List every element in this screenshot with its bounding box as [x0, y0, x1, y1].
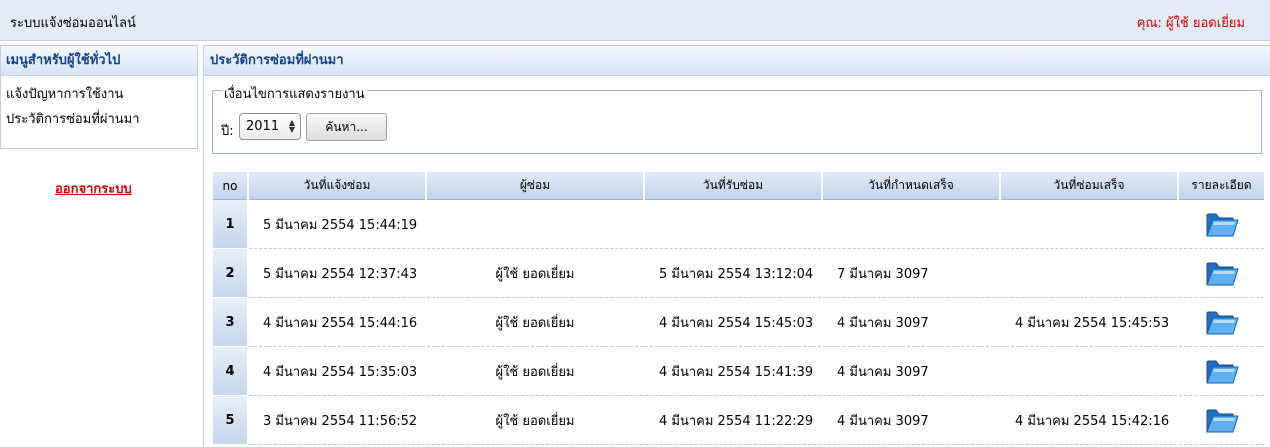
technician-cell: ผู้ใช้ ยอดเยี่ยม	[427, 396, 643, 445]
reported-date-cell: 3 มีนาคม 2554 11:56:52	[249, 396, 425, 445]
filter-legend: เงื่อนไขการแสดงรายงาน	[222, 83, 367, 104]
page-title: ประวัติการซ่อมที่ผ่านมา	[204, 46, 1270, 76]
due-date-cell: 4 มีนาคม 3097	[823, 298, 999, 347]
logout-link[interactable]: ออกจากระบบ	[55, 178, 132, 199]
sidebar-item-repair-history[interactable]: ประวัติการซ่อมที่ผ่านมา	[6, 113, 197, 139]
completed-date-cell	[1001, 249, 1177, 298]
sidebar-menu: แจ้งปัญหาการใช้งาน ประวัติการซ่อมที่ผ่าน…	[1, 76, 197, 139]
table-header-row: no วันที่แจ้งซ่อม ผู้ซ่อม วันที่รับซ่อม …	[213, 172, 1264, 200]
completed-date-cell	[1001, 347, 1177, 396]
received-date-cell: 4 มีนาคม 2554 15:45:03	[645, 298, 821, 347]
filter-fieldset: เงื่อนไขการแสดงรายงาน ปี: 2011 ▲ ▼ ค้นหา.…	[212, 83, 1262, 154]
detail-cell	[1179, 200, 1264, 249]
row-number: 1	[213, 200, 247, 249]
year-select[interactable]: 2011 ▲ ▼	[239, 113, 301, 140]
received-date-cell: 4 มีนาคม 2554 15:41:39	[645, 347, 821, 396]
sidebar-item-report-problem[interactable]: แจ้งปัญหาการใช้งาน	[6, 88, 197, 114]
received-date-cell: 5 มีนาคม 2554 13:12:04	[645, 249, 821, 298]
reported-date-cell: 5 มีนาคม 2554 15:44:19	[249, 200, 425, 249]
detail-cell	[1179, 347, 1264, 396]
year-value: 2011	[246, 119, 280, 134]
table-row: 3 4 มีนาคม 2554 15:44:16 ผู้ใช้ ยอดเยี่ย…	[213, 298, 1264, 347]
current-user-label: คุณ: ผู้ใช้ ยอดเยี่ยม	[1136, 16, 1245, 31]
column-header-due-date[interactable]: วันที่กำหนดเสร็จ	[823, 172, 999, 200]
folder-open-icon[interactable]	[1205, 405, 1239, 435]
table-row: 1 5 มีนาคม 2554 15:44:19	[213, 200, 1264, 249]
sidebar: เมนูสำหรับผู้ใช้ทั่วไป แจ้งปัญหาการใช้งา…	[0, 45, 198, 149]
column-header-reported-date[interactable]: วันที่แจ้งซ่อม	[249, 172, 425, 200]
detail-cell	[1179, 298, 1264, 347]
folder-open-icon[interactable]	[1205, 356, 1239, 386]
due-date-cell: 4 มีนาคม 3097	[823, 396, 999, 445]
due-date-cell: 4 มีนาคม 3097	[823, 347, 999, 396]
technician-cell: ผู้ใช้ ยอดเยี่ยม	[427, 249, 643, 298]
column-header-received-date[interactable]: วันที่รับซ่อม	[645, 172, 821, 200]
folder-open-icon[interactable]	[1205, 258, 1239, 288]
table-body: 1 5 มีนาคม 2554 15:44:19 2 5 มีนาคม 2554…	[213, 200, 1264, 445]
column-header-details[interactable]: รายละเอียด	[1179, 172, 1264, 200]
folder-open-icon[interactable]	[1205, 209, 1239, 239]
row-number: 4	[213, 347, 247, 396]
search-button[interactable]: ค้นหา...	[306, 113, 387, 141]
reported-date-cell: 4 มีนาคม 2554 15:44:16	[249, 298, 425, 347]
year-label: ปี:	[221, 124, 234, 139]
top-bar: ระบบแจ้งซ่อมออนไลน์ คุณ: ผู้ใช้ ยอดเยี่ย…	[0, 0, 1270, 41]
row-number: 5	[213, 396, 247, 445]
due-date-cell	[823, 200, 999, 249]
table-row: 5 3 มีนาคม 2554 11:56:52 ผู้ใช้ ยอดเยี่ย…	[213, 396, 1264, 445]
detail-cell	[1179, 396, 1264, 445]
chevron-updown-icon: ▲ ▼	[288, 118, 296, 134]
received-date-cell: 4 มีนาคม 2554 11:22:29	[645, 396, 821, 445]
app-title: ระบบแจ้งซ่อมออนไลน์	[10, 16, 136, 31]
row-number: 3	[213, 298, 247, 347]
technician-cell: ผู้ใช้ ยอดเยี่ยม	[427, 298, 643, 347]
folder-open-icon[interactable]	[1205, 307, 1239, 337]
table-row: 4 4 มีนาคม 2554 15:35:03 ผู้ใช้ ยอดเยี่ย…	[213, 347, 1264, 396]
reported-date-cell: 5 มีนาคม 2554 12:37:43	[249, 249, 425, 298]
repair-history-table: no วันที่แจ้งซ่อม ผู้ซ่อม วันที่รับซ่อม …	[211, 172, 1266, 445]
detail-cell	[1179, 249, 1264, 298]
column-header-completed-date[interactable]: วันที่ซ่อมเสร็จ	[1001, 172, 1177, 200]
table-row: 2 5 มีนาคม 2554 12:37:43 ผู้ใช้ ยอดเยี่ย…	[213, 249, 1264, 298]
completed-date-cell: 4 มีนาคม 2554 15:42:16	[1001, 396, 1177, 445]
column-header-technician[interactable]: ผู้ซ่อม	[427, 172, 643, 200]
column-header-no[interactable]: no	[213, 172, 247, 200]
main-panel: ประวัติการซ่อมที่ผ่านมา เงื่อนไขการแสดงร…	[203, 45, 1270, 447]
completed-date-cell	[1001, 200, 1177, 249]
reported-date-cell: 4 มีนาคม 2554 15:35:03	[249, 347, 425, 396]
technician-cell: ผู้ใช้ ยอดเยี่ยม	[427, 347, 643, 396]
row-number: 2	[213, 249, 247, 298]
technician-cell	[427, 200, 643, 249]
completed-date-cell: 4 มีนาคม 2554 15:45:53	[1001, 298, 1177, 347]
sidebar-title: เมนูสำหรับผู้ใช้ทั่วไป	[1, 46, 197, 76]
received-date-cell	[645, 200, 821, 249]
due-date-cell: 7 มีนาคม 3097	[823, 249, 999, 298]
